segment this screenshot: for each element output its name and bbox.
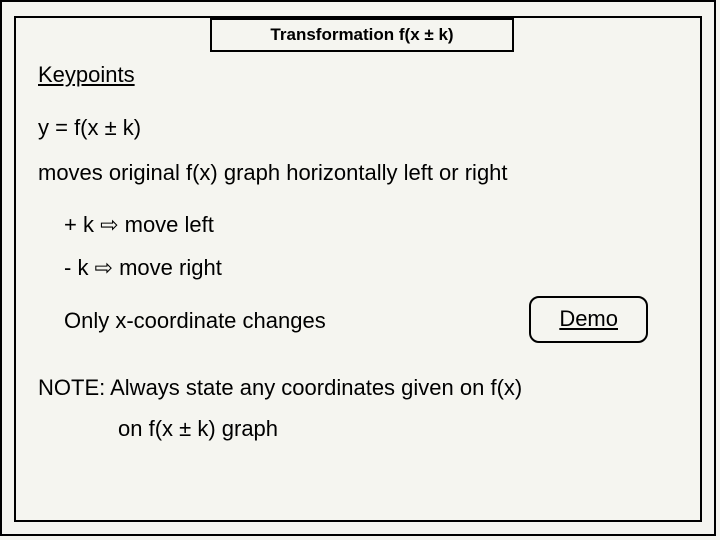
rule-plus-k: + k ⇨ move left — [64, 210, 688, 241]
demo-button[interactable]: Demo — [529, 296, 648, 343]
slide-content: Keypoints y = f(x ± k) moves original f(… — [38, 60, 688, 444]
note-line-1: NOTE: Always state any coordinates given… — [38, 373, 688, 404]
note-line-2: on f(x ± k) graph — [118, 414, 688, 445]
only-coordinate-text: Only x-coordinate changes — [64, 296, 326, 337]
keypoints-heading: Keypoints — [38, 60, 688, 91]
slide-title-box: Transformation f(x ± k) — [210, 18, 514, 52]
rule-minus-k: - k ⇨ move right — [64, 253, 688, 284]
description-text: moves original f(x) graph horizontally l… — [38, 158, 688, 189]
equation-text: y = f(x ± k) — [38, 113, 688, 144]
slide-title: Transformation f(x ± k) — [270, 25, 453, 45]
